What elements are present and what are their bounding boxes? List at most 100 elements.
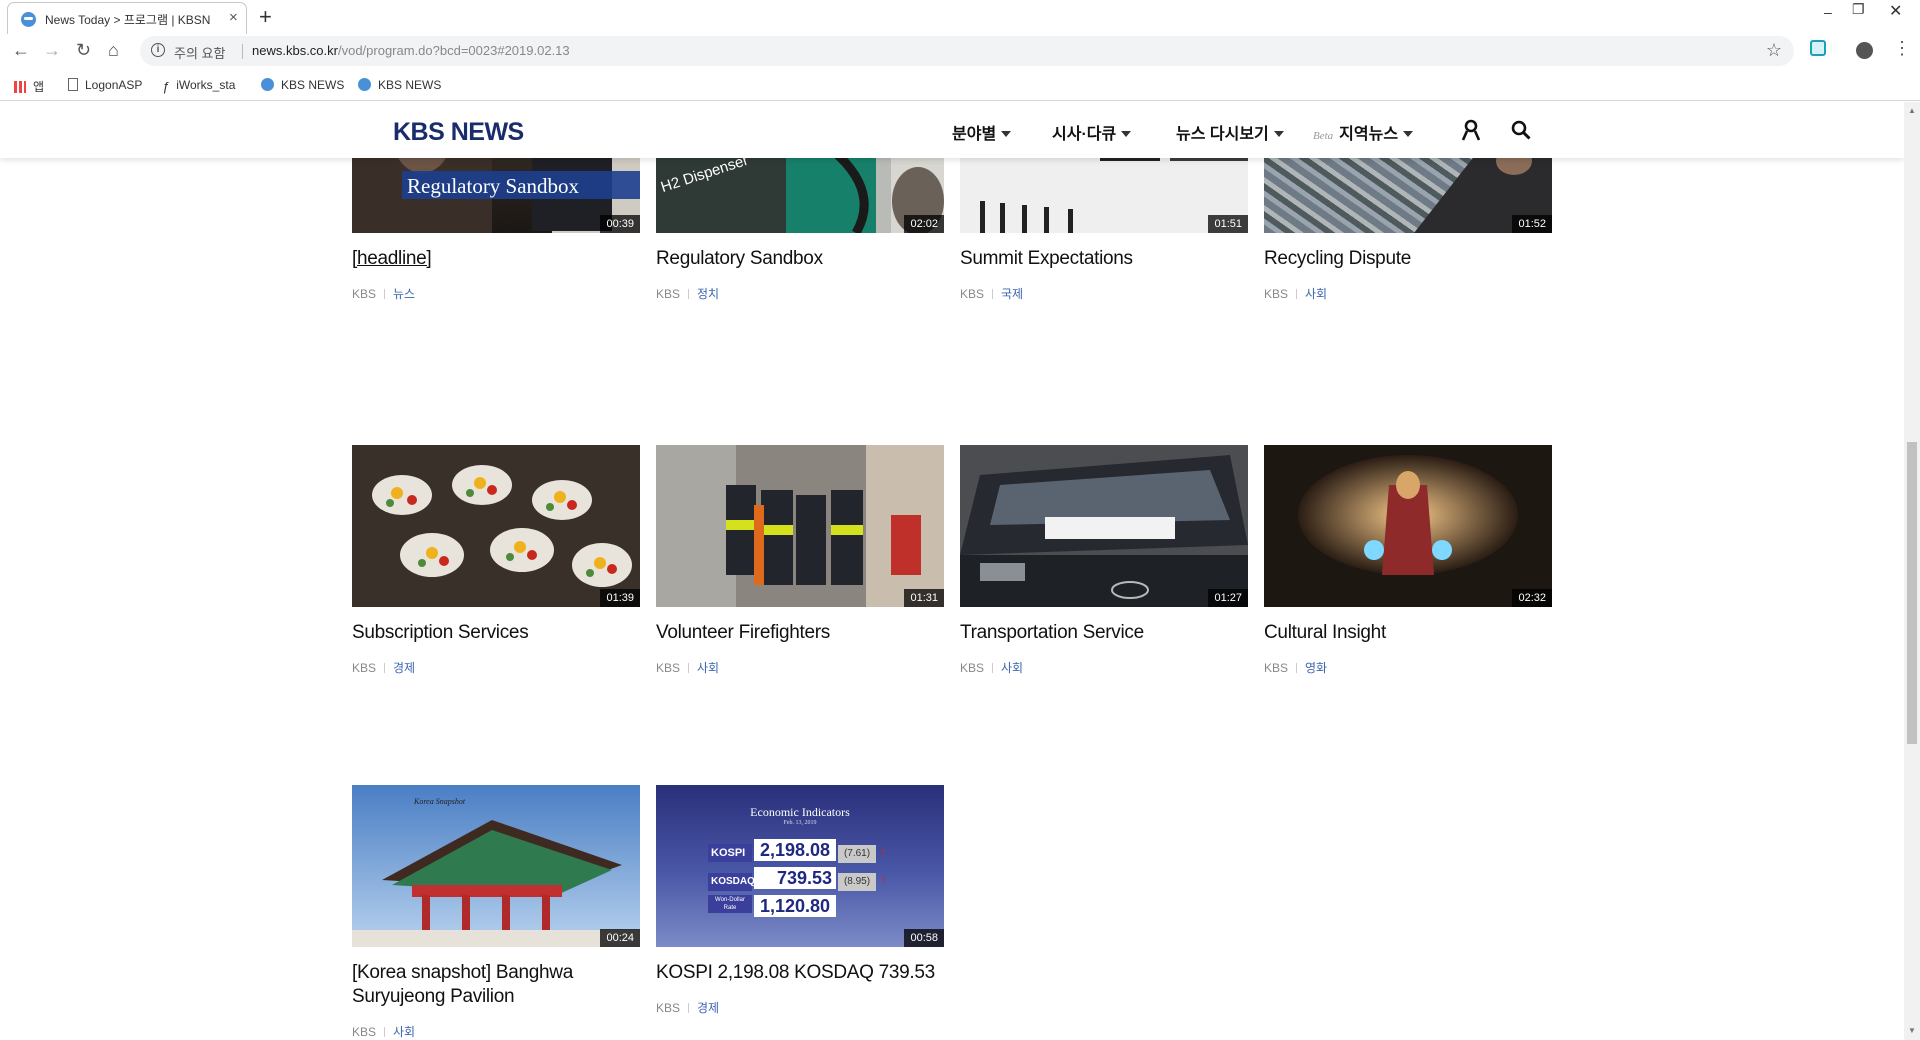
search-icon[interactable] <box>1511 120 1531 140</box>
category-link[interactable]: 국제 <box>1001 287 1023 301</box>
url-host: news.kbs.co.kr <box>252 43 338 58</box>
video-title[interactable]: Recycling Dispute <box>1264 247 1552 271</box>
thumbnail-image <box>1264 445 1552 607</box>
apps-icon <box>14 81 26 93</box>
video-meta: KBS 정치 <box>656 287 720 301</box>
user-icon[interactable] <box>1461 119 1481 141</box>
video-title[interactable]: Summit Expectations <box>960 247 1248 271</box>
chevron-down-icon <box>1273 131 1284 137</box>
video-title[interactable]: Transportation Service <box>960 621 1248 645</box>
category-link[interactable]: 사회 <box>697 661 719 675</box>
thumbnail-caption: Regulatory Sandbox <box>407 174 580 198</box>
video-thumbnail[interactable]: 01:39 <box>352 445 640 607</box>
board-row: KOSDAQ 739.53 (8.95) ↑ <box>708 867 887 891</box>
url-text[interactable]: news.kbs.co.kr/vod/program.do?bcd=0023#2… <box>252 43 570 58</box>
kbs-news-logo[interactable]: KBS NEWS <box>393 118 524 147</box>
tab-close-icon[interactable]: × <box>229 9 238 26</box>
browser-tab[interactable]: News Today > 프로그램 | KBSN × <box>7 2 247 34</box>
page-icon <box>68 78 78 91</box>
category-link[interactable]: 경제 <box>393 661 415 675</box>
video-thumbnail[interactable]: 02:32 <box>1264 445 1552 607</box>
video-thumbnail[interactable]: 01:27 <box>960 445 1248 607</box>
thumbnail-image <box>352 445 640 607</box>
video-title[interactable]: Regulatory Sandbox <box>656 247 944 271</box>
video-meta: KBS 사회 <box>1264 287 1328 301</box>
menu-kebab-icon[interactable]: ⋮ <box>1893 38 1911 59</box>
category-link[interactable]: 사회 <box>393 1025 415 1039</box>
bookmark-kbs-news-2[interactable]: KBS NEWS <box>358 78 441 92</box>
video-thumbnail[interactable]: Korea Snapshot 00:24 <box>352 785 640 947</box>
forward-icon[interactable]: → <box>43 40 61 61</box>
address-bar[interactable]: i 주의 요함 news.kbs.co.kr/vod/program.do?bc… <box>140 36 1794 66</box>
video-meta: KBS 사회 <box>352 1025 416 1039</box>
video-title[interactable]: [Korea snapshot] Banghwa Suryujeong Pavi… <box>352 961 640 1009</box>
video-card[interactable]: Korea Snapshot 00:24 [Korea snapshot] Ba… <box>352 785 640 1040</box>
scrollbar-thumb[interactable] <box>1907 442 1917 744</box>
menu-category[interactable]: 분야별 <box>952 120 1012 144</box>
page-scrollbar[interactable]: ▲ ▼ <box>1904 102 1920 1040</box>
new-tab-button[interactable]: + <box>259 4 272 30</box>
scroll-down-icon[interactable]: ▼ <box>1908 1026 1916 1035</box>
board-date: Feb. 13, 2019 <box>783 820 817 826</box>
menu-current-affairs[interactable]: 시사·다큐 <box>1052 120 1132 144</box>
video-meta: KBS 사회 <box>656 661 720 675</box>
restore-icon[interactable]: ❐ <box>1852 1 1865 18</box>
bookmark-logonasp[interactable]: LogonASP <box>68 78 142 92</box>
video-thumbnail[interactable]: 01:31 <box>656 445 944 607</box>
back-icon[interactable]: ← <box>12 40 30 61</box>
video-title[interactable]: [headline] <box>352 247 640 271</box>
thumbnail-caption: Korea Snapshot <box>414 797 466 806</box>
bookmark-apps[interactable]: 앱 <box>14 78 44 95</box>
category-link[interactable]: 사회 <box>1305 287 1327 301</box>
menu-news-replay[interactable]: 뉴스 다시보기 <box>1176 120 1284 144</box>
extension-icon[interactable] <box>1810 40 1826 56</box>
video-duration: 00:39 <box>600 215 640 233</box>
bookmark-star-icon[interactable]: ☆ <box>1766 40 1782 61</box>
category-link[interactable]: 영화 <box>1305 661 1327 675</box>
bookmark-kbs-news-1[interactable]: KBS NEWS <box>261 78 344 92</box>
video-meta: KBS 경제 <box>656 1001 720 1015</box>
reload-icon[interactable]: ↻ <box>76 40 91 61</box>
category-link[interactable]: 사회 <box>1001 661 1023 675</box>
scroll-up-icon[interactable]: ▲ <box>1908 106 1916 115</box>
board-heading: Economic Indicators <box>750 805 850 819</box>
video-duration: 00:24 <box>600 929 640 947</box>
iworks-icon: ƒ <box>162 79 170 94</box>
up-arrow-icon: ↑ <box>880 872 887 887</box>
video-duration: 01:27 <box>1208 589 1248 607</box>
chevron-down-icon <box>1121 131 1132 137</box>
security-status: 주의 요함 <box>174 46 226 61</box>
menu-regional-news[interactable]: Beta 지역뉴스 <box>1313 120 1414 144</box>
minimize-icon[interactable]: – <box>1824 4 1832 20</box>
site-header: KBS NEWS 분야별 시사·다큐 뉴스 다시보기 Beta 지역뉴스 <box>0 102 1904 158</box>
video-duration: 01:51 <box>1208 215 1248 233</box>
category-link[interactable]: 뉴스 <box>393 287 415 301</box>
category-link[interactable]: 정치 <box>697 287 719 301</box>
video-title[interactable]: Subscription Services <box>352 621 640 645</box>
info-icon[interactable]: i <box>151 43 165 57</box>
video-card[interactable]: 01:31 Volunteer Firefighters KBS 사회 <box>656 445 944 676</box>
video-meta: KBS 국제 <box>960 287 1024 301</box>
thumbnail-image <box>352 820 640 947</box>
thumbnail-image <box>960 445 1248 607</box>
up-arrow-icon: ↑ <box>880 844 887 859</box>
kbs-icon <box>261 78 274 91</box>
category-link[interactable]: 경제 <box>697 1001 719 1015</box>
video-title[interactable]: Cultural Insight <box>1264 621 1552 645</box>
video-title[interactable]: KOSPI 2,198.08 KOSDAQ 739.53 <box>656 961 944 985</box>
bookmark-iworks[interactable]: ƒ iWorks_sta <box>162 78 235 94</box>
video-duration: 01:31 <box>904 589 944 607</box>
video-meta: KBS 영화 <box>1264 661 1328 675</box>
video-card[interactable]: 02:32 Cultural Insight KBS 영화 <box>1264 445 1552 676</box>
video-card[interactable]: 01:39 Subscription Services KBS 경제 <box>352 445 640 676</box>
profile-icon[interactable] <box>1856 42 1873 59</box>
video-card[interactable]: Economic Indicators Feb. 13, 2019 KOSPI 2… <box>656 785 944 1016</box>
video-title[interactable]: Volunteer Firefighters <box>656 621 944 645</box>
video-card[interactable]: 01:27 Transportation Service KBS 사회 <box>960 445 1248 676</box>
home-icon[interactable]: ⌂ <box>108 40 119 61</box>
video-duration: 02:32 <box>1512 589 1552 607</box>
video-thumbnail[interactable]: Economic Indicators Feb. 13, 2019 KOSPI 2… <box>656 785 944 947</box>
bookmarks-bar: 앱 LogonASP ƒ iWorks_sta KBS NEWS KBS NEWS <box>0 70 1920 101</box>
close-window-icon[interactable]: ✕ <box>1889 1 1902 21</box>
url-path: /vod/program.do?bcd=0023#2019.02.13 <box>337 43 570 58</box>
